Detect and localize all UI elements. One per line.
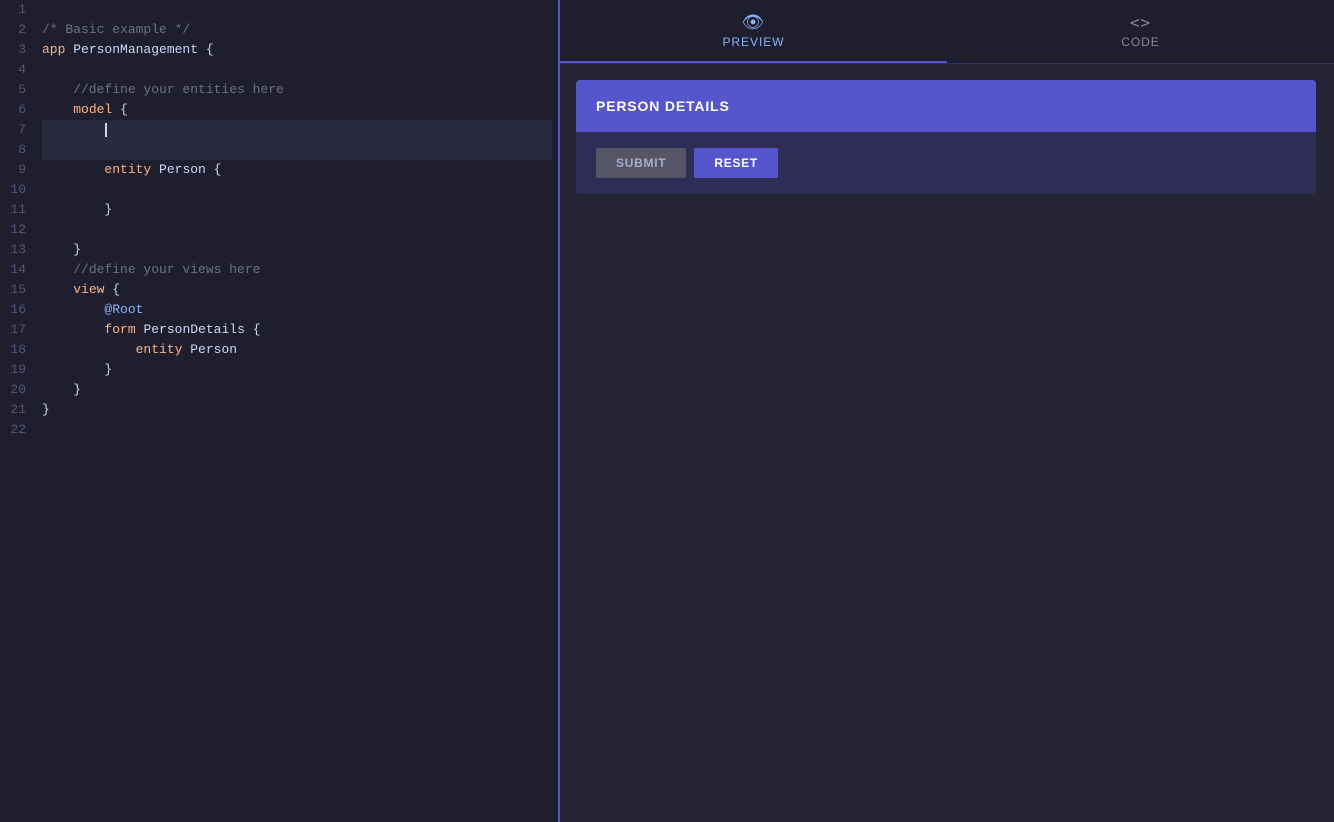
- code-line: /* Basic example */: [42, 20, 552, 40]
- code-line: @Root: [42, 300, 552, 320]
- tab-bar: 👁 PREVIEW <> CODE: [560, 0, 1334, 64]
- editor-panel: 1 2 3 4 5 6 7 8 9 10 11 12 13 14 15 16 1…: [0, 0, 560, 822]
- code-line: }: [42, 240, 552, 260]
- code-line: [42, 140, 552, 160]
- code-line: model {: [42, 100, 552, 120]
- form-card: PERSON DETAILS SUBMIT RESET: [576, 80, 1316, 194]
- code-line: //define your views here: [42, 260, 552, 280]
- form-buttons: SUBMIT RESET: [576, 132, 1316, 194]
- code-line: view {: [42, 280, 552, 300]
- preview-area: PERSON DETAILS SUBMIT RESET: [560, 64, 1334, 822]
- code-line: [42, 220, 552, 240]
- code-line: }: [42, 380, 552, 400]
- code-brackets-icon: <>: [1130, 15, 1151, 31]
- code-line: //define your entities here: [42, 80, 552, 100]
- form-header: PERSON DETAILS: [576, 80, 1316, 132]
- code-line: [42, 420, 552, 440]
- code-area: 1 2 3 4 5 6 7 8 9 10 11 12 13 14 15 16 1…: [0, 0, 558, 822]
- code-line: }: [42, 200, 552, 220]
- code-line: form PersonDetails {: [42, 320, 552, 340]
- code-line: [42, 60, 552, 80]
- tab-code[interactable]: <> CODE: [947, 0, 1334, 63]
- code-line: [42, 180, 552, 200]
- code-line: }: [42, 400, 552, 420]
- main-container: 1 2 3 4 5 6 7 8 9 10 11 12 13 14 15 16 1…: [0, 0, 1334, 822]
- code-line: [42, 120, 552, 140]
- code-line: app PersonManagement {: [42, 40, 552, 60]
- code-line: [42, 0, 552, 20]
- code-editor[interactable]: /* Basic example */ app PersonManagement…: [36, 0, 558, 822]
- code-line: }: [42, 360, 552, 380]
- code-line: entity Person: [42, 340, 552, 360]
- reset-button[interactable]: RESET: [694, 148, 778, 178]
- submit-button[interactable]: SUBMIT: [596, 148, 686, 178]
- code-line: entity Person {: [42, 160, 552, 180]
- tab-preview[interactable]: 👁 PREVIEW: [560, 0, 947, 63]
- right-panel: 👁 PREVIEW <> CODE PERSON DETAILS SUBMIT …: [560, 0, 1334, 822]
- tab-code-label: CODE: [1121, 35, 1160, 49]
- tab-preview-label: PREVIEW: [722, 35, 784, 49]
- line-numbers: 1 2 3 4 5 6 7 8 9 10 11 12 13 14 15 16 1…: [0, 0, 36, 822]
- eye-icon: 👁: [742, 13, 766, 31]
